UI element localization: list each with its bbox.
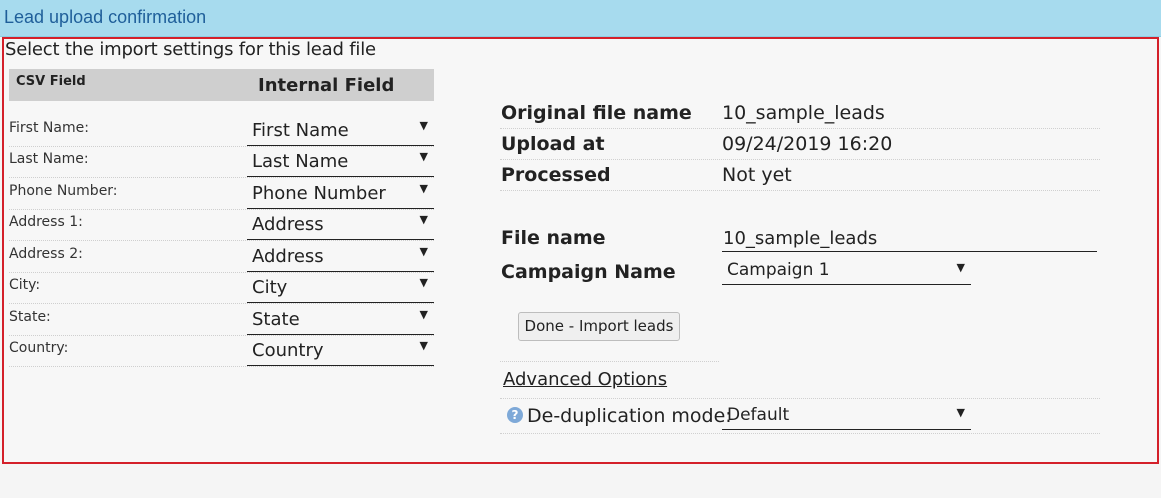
dedup-label: De-duplication mode: xyxy=(527,405,732,427)
internal-field-header: Internal Field xyxy=(258,75,395,96)
original-file-label: Original file name xyxy=(501,102,692,124)
dedup-row: ? De-duplication mode: Default ▼ xyxy=(500,401,1100,434)
caret-down-icon: ▼ xyxy=(956,406,965,419)
internal-field-select[interactable]: State ▼ xyxy=(247,306,434,335)
csv-field-label: City: xyxy=(9,277,41,293)
campaign-label: Campaign Name xyxy=(501,261,676,283)
csv-field-label: Country: xyxy=(9,340,69,356)
processed-value: Not yet xyxy=(722,164,792,186)
mapping-row: Address 2: Address ▼ xyxy=(9,241,434,273)
internal-field-select[interactable]: Last Name ▼ xyxy=(247,148,434,177)
dedup-mode-select[interactable]: Default ▼ xyxy=(722,404,971,430)
caret-down-icon: ▼ xyxy=(419,182,428,195)
file-name-label: File name xyxy=(501,227,606,249)
internal-field-select[interactable]: Address ▼ xyxy=(247,243,434,272)
caret-down-icon: ▼ xyxy=(419,339,428,352)
import-leads-button[interactable]: Done - Import leads xyxy=(518,312,680,341)
upload-at-label: Upload at xyxy=(501,133,605,155)
original-file-row: Original file name 10_sample_leads xyxy=(500,97,1100,129)
original-file-value: 10_sample_leads xyxy=(722,102,885,124)
file-name-row: File name xyxy=(500,225,1100,255)
mapping-row: State: State ▼ xyxy=(9,304,434,336)
import-button-row: Done - Import leads xyxy=(500,305,719,362)
caret-down-icon: ▼ xyxy=(419,276,428,289)
csv-field-header: CSV Field xyxy=(16,74,86,89)
upload-at-row: Upload at 09/24/2019 16:20 xyxy=(500,128,1100,160)
caret-down-icon: ▼ xyxy=(419,308,428,321)
processed-label: Processed xyxy=(501,164,611,186)
internal-field-select[interactable]: First Name ▼ xyxy=(247,117,434,146)
divider xyxy=(500,398,1100,399)
mapping-row: Address 1: Address ▼ xyxy=(9,209,434,241)
processed-row: Processed Not yet xyxy=(500,159,1100,191)
caret-down-icon: ▼ xyxy=(956,261,965,274)
file-name-input[interactable] xyxy=(722,225,1097,252)
page-title: Lead upload confirmation xyxy=(4,7,207,27)
instructions-text: Select the import settings for this lead… xyxy=(5,39,376,60)
csv-field-label: State: xyxy=(9,309,51,325)
csv-field-label: Phone Number: xyxy=(9,183,118,199)
mapping-row: Phone Number: Phone Number ▼ xyxy=(9,178,434,210)
caret-down-icon: ▼ xyxy=(419,119,428,132)
caret-down-icon: ▼ xyxy=(419,245,428,258)
csv-field-label: Address 2: xyxy=(9,246,83,262)
mapping-row: City: City ▼ xyxy=(9,272,434,304)
mapping-row: First Name: First Name ▼ xyxy=(9,115,434,147)
advanced-options-link[interactable]: Advanced Options xyxy=(503,369,667,390)
page-header: Lead upload confirmation xyxy=(0,0,1161,37)
internal-field-select[interactable]: Address ▼ xyxy=(247,211,434,240)
csv-field-label: Address 1: xyxy=(9,214,83,230)
campaign-select[interactable]: Campaign 1 ▼ xyxy=(722,259,971,285)
mapping-row: Last Name: Last Name ▼ xyxy=(9,146,434,178)
mapping-table-header: CSV Field Internal Field xyxy=(9,69,434,101)
caret-down-icon: ▼ xyxy=(419,213,428,226)
internal-field-select[interactable]: Phone Number ▼ xyxy=(247,180,434,209)
csv-field-label: Last Name: xyxy=(9,151,89,167)
question-circle-icon[interactable]: ? xyxy=(507,407,523,423)
campaign-row: Campaign Name Campaign 1 ▼ xyxy=(500,259,1100,289)
caret-down-icon: ▼ xyxy=(419,150,428,163)
internal-field-select[interactable]: Country ▼ xyxy=(247,337,434,366)
internal-field-select[interactable]: City ▼ xyxy=(247,274,434,303)
csv-field-label: First Name: xyxy=(9,120,89,136)
upload-at-value: 09/24/2019 16:20 xyxy=(722,133,893,155)
mapping-row: Country: Country ▼ xyxy=(9,335,434,367)
